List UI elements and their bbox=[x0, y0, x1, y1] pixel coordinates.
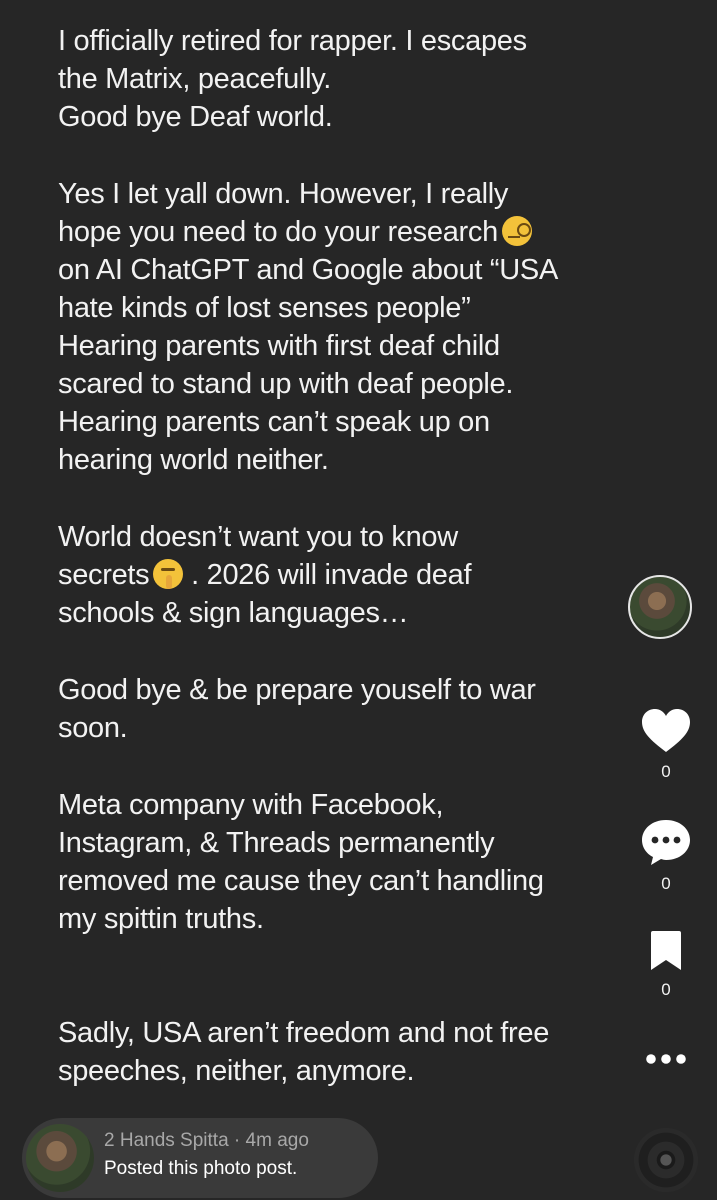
post-line: World doesn’t want you to know bbox=[58, 521, 458, 553]
author-meta: 2 Hands Spitta · 4m ago bbox=[104, 1130, 309, 1152]
profile-avatar[interactable] bbox=[628, 575, 692, 639]
post-line: Meta company with Facebook, bbox=[58, 789, 444, 821]
save-count: 0 bbox=[661, 980, 671, 999]
meta-separator: · bbox=[228, 1130, 246, 1151]
comment-icon bbox=[642, 820, 690, 865]
post-line-with-emoji: hope you need to do your research bbox=[58, 213, 628, 251]
heart-icon bbox=[642, 709, 690, 752]
post-line: secrets bbox=[58, 559, 150, 591]
post-line: removed me cause they can’t handling bbox=[58, 865, 544, 897]
post-line: I officially retired for rapper. I escap… bbox=[58, 25, 527, 57]
post-text: I officially retired for rapper. I escap… bbox=[58, 22, 628, 1090]
like-count: 0 bbox=[661, 762, 671, 781]
post-line: soon. bbox=[58, 712, 128, 744]
post-line: on AI ChatGPT and Google about “USA bbox=[58, 254, 559, 286]
face-with-monocle-emoji bbox=[501, 216, 532, 246]
comment-count: 0 bbox=[661, 874, 671, 893]
save-button[interactable]: 0 bbox=[628, 930, 704, 1000]
like-button[interactable]: 0 bbox=[628, 708, 704, 782]
music-disc-icon[interactable] bbox=[634, 1128, 698, 1192]
post-line: . 2026 will invade deaf bbox=[183, 559, 472, 591]
author-avatar[interactable] bbox=[26, 1124, 94, 1192]
post-time: 4m ago bbox=[245, 1130, 309, 1151]
more-icon bbox=[646, 1054, 686, 1064]
post-line: speeches, neither, anymore. bbox=[58, 1055, 415, 1087]
post-line: schools & sign languages… bbox=[58, 597, 409, 629]
post-line: Good bye & be prepare youself to war bbox=[58, 674, 536, 706]
post-line: the Matrix, peacefully. bbox=[58, 63, 332, 95]
post-line: Yes I let yall down. However, I really bbox=[58, 178, 509, 210]
post-line-with-emoji: secrets . 2026 will invade deaf bbox=[58, 556, 628, 594]
author-name[interactable]: 2 Hands Spitta bbox=[104, 1130, 229, 1151]
bookmark-icon bbox=[651, 931, 681, 970]
post-caption: Posted this photo post. bbox=[104, 1158, 298, 1179]
post-line: Instagram, & Threads permanently bbox=[58, 827, 495, 859]
post-line: Sadly, USA aren’t freedom and not free bbox=[58, 1017, 550, 1049]
more-button[interactable] bbox=[628, 1052, 704, 1066]
action-rail bbox=[628, 575, 692, 639]
comment-button[interactable]: 0 bbox=[628, 818, 704, 894]
post-line: my spittin truths. bbox=[58, 903, 264, 935]
post-author-bar[interactable]: 2 Hands Spitta · 4m ago Posted this phot… bbox=[22, 1118, 378, 1198]
shushing-face-emoji bbox=[153, 559, 184, 589]
post-line: Hearing parents can’t speak up on bbox=[58, 406, 490, 438]
post-line: hearing world neither. bbox=[58, 444, 329, 476]
post-line: Good bye Deaf world. bbox=[58, 101, 333, 133]
post-line: hate kinds of lost senses people” bbox=[58, 292, 471, 324]
post-line: Hearing parents with first deaf child bbox=[58, 330, 500, 362]
post-line: scared to stand up with deaf people. bbox=[58, 368, 514, 400]
post-line: hope you need to do your research bbox=[58, 216, 498, 248]
